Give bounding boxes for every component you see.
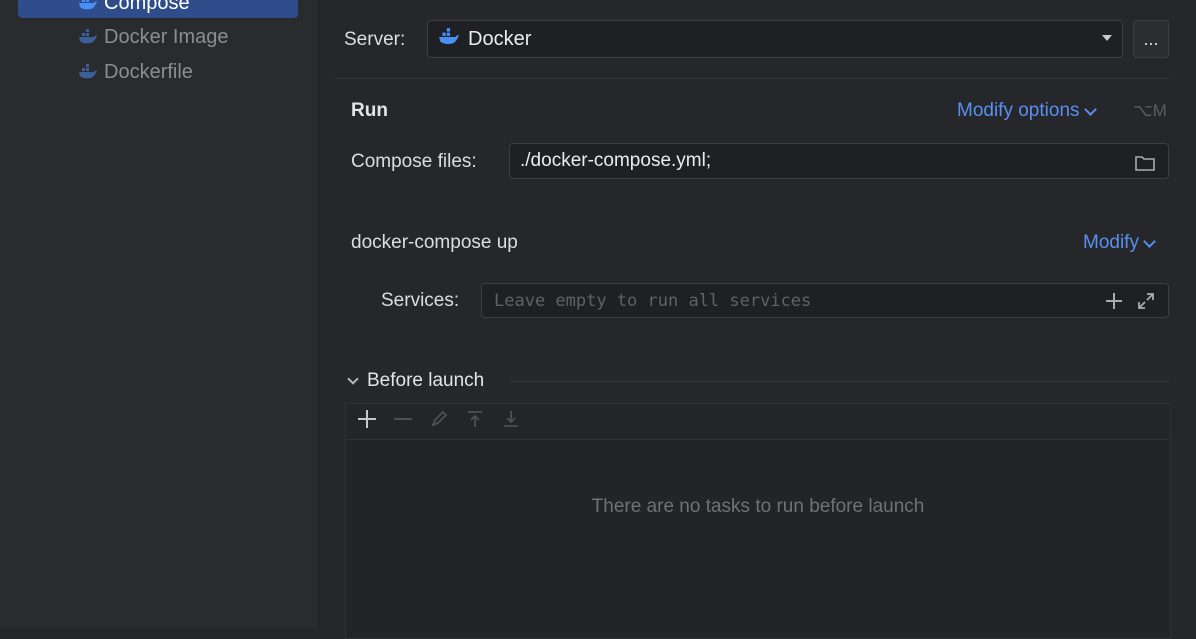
move-down-icon[interactable] [500, 408, 522, 435]
before-launch-toolbar [345, 403, 1171, 439]
add-task-icon[interactable] [356, 408, 378, 435]
modify-link[interactable]: Modify [1083, 232, 1156, 254]
chevron-down-icon [1083, 102, 1097, 116]
remove-task-icon[interactable] [392, 408, 414, 435]
move-up-icon[interactable] [464, 408, 486, 435]
sidebar-item-label: Dockerfile [104, 60, 193, 83]
services-input[interactable] [492, 289, 1056, 312]
empty-tasks-text: There are no tasks to run before launch [591, 496, 925, 517]
sidebar-item-compose[interactable]: Compose [18, 0, 298, 18]
compose-files-label: Compose files: [351, 151, 477, 172]
before-launch-task-list: There are no tasks to run before launch [345, 439, 1171, 639]
server-label: Server: [344, 29, 406, 50]
services-field[interactable] [481, 283, 1169, 318]
sidebar-item-label: Compose [104, 0, 190, 14]
services-label: Services: [381, 290, 460, 311]
modify-label: Modify [1083, 232, 1139, 253]
compose-files-value: ./docker-compose.yml; [520, 150, 712, 171]
run-configuration-panel: Server: Docker ... Run Modify options ⌥M… [319, 0, 1196, 639]
server-value: Docker [468, 27, 532, 50]
compose-up-title: docker-compose up [351, 232, 518, 253]
modify-options-label: Modify options [957, 100, 1080, 121]
sidebar-item-dockerfile[interactable]: Dockerfile [78, 58, 193, 86]
divider [509, 381, 1169, 382]
before-launch-title: Before launch [367, 370, 485, 391]
run-section-title: Run [351, 100, 388, 121]
divider [335, 78, 1169, 79]
plus-icon[interactable] [1104, 291, 1124, 316]
docker-whale-icon [78, 29, 98, 45]
docker-whale-icon [78, 64, 98, 80]
expand-icon[interactable] [1136, 291, 1156, 316]
sidebar-item-docker-image[interactable]: Docker Image [78, 23, 229, 51]
edit-task-icon[interactable] [428, 408, 450, 435]
dropdown-arrow-icon [1102, 35, 1112, 41]
folder-icon[interactable] [1134, 154, 1156, 177]
chevron-down-icon [1143, 234, 1156, 248]
shortcut-hint: ⌥M [1133, 101, 1167, 120]
docker-whale-icon [78, 0, 98, 11]
server-dropdown[interactable]: Docker [427, 20, 1123, 58]
compose-files-field[interactable]: ./docker-compose.yml; [509, 143, 1169, 179]
sidebar: Compose Docker Image Dockerfile [0, 0, 319, 628]
before-launch-header[interactable]: Before launch [347, 370, 485, 392]
modify-options-link[interactable]: Modify options [957, 100, 1097, 122]
docker-whale-icon [438, 27, 460, 51]
server-more-button[interactable]: ... [1133, 20, 1169, 58]
sidebar-item-label: Docker Image [104, 25, 229, 48]
chevron-down-icon [347, 373, 359, 385]
